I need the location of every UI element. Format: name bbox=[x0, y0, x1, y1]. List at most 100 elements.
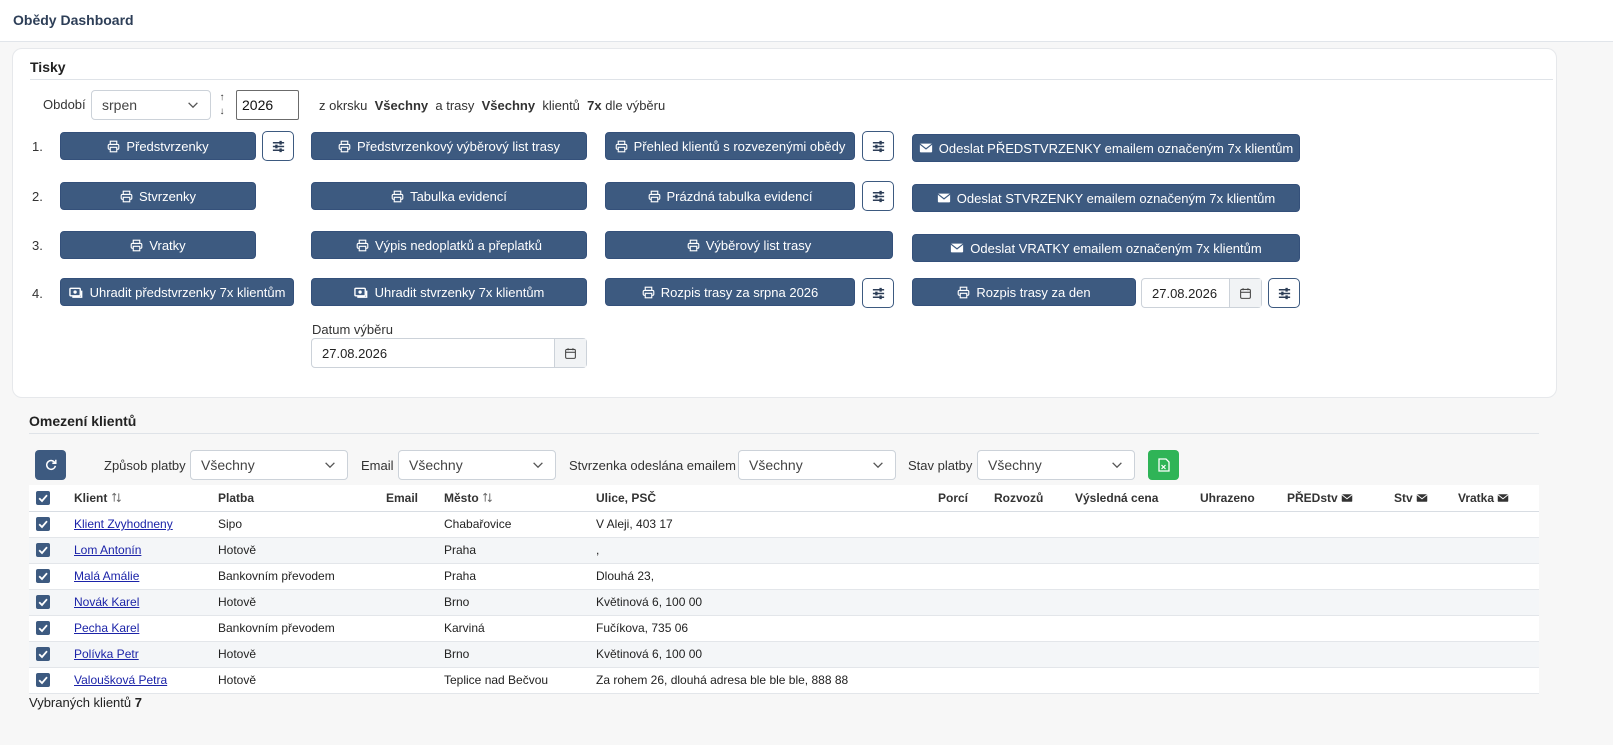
chevron-down-icon bbox=[323, 458, 337, 472]
year-stepper-up[interactable]: ↑ bbox=[217, 92, 227, 104]
vratky-button[interactable]: Vratky bbox=[60, 231, 256, 259]
envelope-icon bbox=[1497, 492, 1509, 504]
row-checkbox[interactable] bbox=[29, 511, 70, 538]
month-select-value: srpen bbox=[102, 97, 138, 113]
stv-cell bbox=[1390, 667, 1454, 694]
client-cell[interactable]: Malá Amálie bbox=[70, 563, 214, 590]
table-row[interactable]: Valoušková Petra Hotově Teplice nad Bečvou… bbox=[29, 667, 1539, 694]
table-row[interactable]: Klient Zvyhodneny Sipo Chabařovice V Aleji,… bbox=[29, 511, 1539, 538]
mesto-cell: Praha bbox=[440, 563, 592, 590]
mesto-cell: Karviná bbox=[440, 615, 592, 642]
row-checkbox[interactable] bbox=[29, 589, 70, 616]
uhrazeno-cell bbox=[1196, 667, 1283, 694]
cena-cell bbox=[1071, 667, 1196, 694]
predstvrzenky-settings-button[interactable] bbox=[262, 131, 294, 161]
client-link[interactable]: Malá Amálie bbox=[74, 569, 139, 583]
vyberovy-list-button[interactable]: Výběrový list trasy bbox=[605, 231, 893, 259]
mesto-cell: Praha bbox=[440, 537, 592, 564]
column-header-client[interactable]: Klient bbox=[70, 485, 214, 512]
prazdna-tabulka-settings-button[interactable] bbox=[862, 181, 894, 211]
column-header-uhrazeno: Uhrazeno bbox=[1196, 485, 1283, 512]
client-link[interactable]: Polívka Petr bbox=[74, 647, 139, 661]
platba-cell: Hotově bbox=[214, 641, 382, 668]
client-cell[interactable]: Novák Karel bbox=[70, 589, 214, 616]
client-cell[interactable]: Klient Zvyhodneny bbox=[70, 511, 214, 538]
column-header-email: Email bbox=[382, 485, 440, 512]
rozpis-den-button[interactable]: Rozpis trasy za den bbox=[912, 278, 1136, 306]
row-checkbox[interactable] bbox=[29, 615, 70, 642]
prehled-klientu-button[interactable]: Přehled klientů s rozvezenými obědy bbox=[605, 132, 855, 160]
stv-cell bbox=[1390, 563, 1454, 590]
column-header-cena: Výsledná cena bbox=[1071, 485, 1196, 512]
row-checkbox[interactable] bbox=[29, 641, 70, 668]
sort-icon[interactable] bbox=[111, 492, 122, 503]
selected-clients-summary: Vybraných klientů 7 bbox=[29, 695, 142, 710]
select-all-checkbox[interactable] bbox=[29, 485, 70, 512]
envelope-icon bbox=[1341, 492, 1353, 504]
predstvrzenky-button[interactable]: Předstvrzenky bbox=[60, 132, 256, 160]
predstvrzenkovy-list-button[interactable]: Předstvrzenkový výběrový list trasy bbox=[311, 132, 587, 160]
payment-filter-select[interactable]: Všechny bbox=[190, 450, 348, 480]
rozpis-mesic-settings-button[interactable] bbox=[862, 278, 894, 308]
client-link[interactable]: Valoušková Petra bbox=[74, 673, 167, 687]
selection-date-value: 27.08.2026 bbox=[322, 346, 388, 361]
email-filter-select[interactable]: Všechny bbox=[398, 450, 556, 480]
sliders-icon bbox=[271, 139, 286, 154]
client-link[interactable]: Pecha Karel bbox=[74, 621, 139, 635]
table-row[interactable]: Lom Antonín Hotově Praha, bbox=[29, 537, 1539, 564]
rozpis-den-date-value: 27.08.2026 bbox=[1152, 286, 1218, 301]
uhrazeno-cell bbox=[1196, 641, 1283, 668]
stv-cell bbox=[1390, 615, 1454, 642]
table-row[interactable]: Malá Amálie Bankovním převodem Praha Dlouhá… bbox=[29, 563, 1539, 590]
printer-icon bbox=[107, 140, 120, 153]
column-header-mesto[interactable]: Město bbox=[440, 485, 592, 512]
month-select[interactable]: srpen bbox=[91, 90, 211, 120]
receipt-filter-select[interactable]: Všechny bbox=[738, 450, 896, 480]
stvrzenky-button[interactable]: Stvrzenky bbox=[60, 182, 256, 210]
client-cell[interactable]: Lom Antonín bbox=[70, 537, 214, 564]
rozvozu-cell bbox=[990, 511, 1071, 538]
prazdna-tabulka-button[interactable]: Prázdná tabulka evidencí bbox=[605, 182, 855, 210]
row-checkbox[interactable] bbox=[29, 667, 70, 694]
send-stvrzenky-button[interactable]: Odeslat STVRZENKY emailem označeným 7x k… bbox=[912, 184, 1300, 212]
client-link[interactable]: Klient Zvyhodneny bbox=[74, 517, 173, 531]
client-link[interactable]: Lom Antonín bbox=[74, 543, 141, 557]
table-row[interactable]: Pecha Karel Bankovním převodem Karviná Fučí… bbox=[29, 615, 1539, 642]
tabulka-evidenci-button[interactable]: Tabulka evidencí bbox=[311, 182, 587, 210]
row-checkbox[interactable] bbox=[29, 563, 70, 590]
porci-cell bbox=[934, 563, 990, 590]
prehled-klientu-settings-button[interactable] bbox=[862, 131, 894, 161]
client-cell[interactable]: Polívka Petr bbox=[70, 641, 214, 668]
printer-icon bbox=[391, 190, 404, 203]
rozpis-den-settings-button[interactable] bbox=[1268, 278, 1300, 308]
mesto-cell: Brno bbox=[440, 589, 592, 616]
calendar-icon[interactable] bbox=[554, 339, 586, 367]
uhradit-stvrzenky-button[interactable]: Uhradit stvrzenky 7x klientům bbox=[311, 278, 587, 306]
year-input[interactable]: 2026 bbox=[236, 90, 299, 120]
sort-icon[interactable] bbox=[482, 492, 493, 503]
calendar-icon[interactable] bbox=[1229, 279, 1261, 307]
client-cell[interactable]: Pecha Karel bbox=[70, 615, 214, 642]
ulice-cell: Fučíkova, 735 06 bbox=[592, 615, 934, 642]
table-row[interactable]: Polívka Petr Hotově Brno Květinová 6, 100 0… bbox=[29, 641, 1539, 668]
send-vratky-button[interactable]: Odeslat VRATKY emailem označeným 7x klie… bbox=[912, 234, 1300, 262]
client-cell[interactable]: Valoušková Petra bbox=[70, 667, 214, 694]
status-filter-select[interactable]: Všechny bbox=[977, 450, 1135, 480]
email-cell bbox=[382, 537, 440, 564]
excel-export-button[interactable] bbox=[1148, 450, 1179, 480]
send-predstvrzenky-button[interactable]: Odeslat PŘEDSTVRZENKY emailem označeným … bbox=[912, 134, 1300, 162]
cena-cell bbox=[1071, 615, 1196, 642]
column-header-rozvozu: Rozvozů bbox=[990, 485, 1071, 512]
row-checkbox[interactable] bbox=[29, 537, 70, 564]
table-row[interactable]: Novák Karel Hotově Brno Květinová 6, 100 00 bbox=[29, 589, 1539, 616]
year-stepper-down[interactable]: ↓ bbox=[217, 106, 227, 118]
selection-date-field[interactable]: 27.08.2026 bbox=[311, 338, 587, 368]
uhradit-predstvrzenky-button[interactable]: Uhradit předstvrzenky 7x klientům bbox=[60, 278, 294, 306]
rozpis-mesic-button[interactable]: Rozpis trasy za srpna 2026 bbox=[605, 278, 855, 306]
envelope-icon bbox=[950, 241, 964, 255]
client-link[interactable]: Novák Karel bbox=[74, 595, 139, 609]
rozpis-den-date-field[interactable]: 27.08.2026 bbox=[1141, 278, 1262, 308]
vypis-nedoplatku-button[interactable]: Výpis nedoplatků a přeplatků bbox=[311, 231, 587, 259]
refresh-button[interactable] bbox=[35, 450, 66, 480]
payment-filter-label: Způsob platby bbox=[104, 458, 186, 473]
